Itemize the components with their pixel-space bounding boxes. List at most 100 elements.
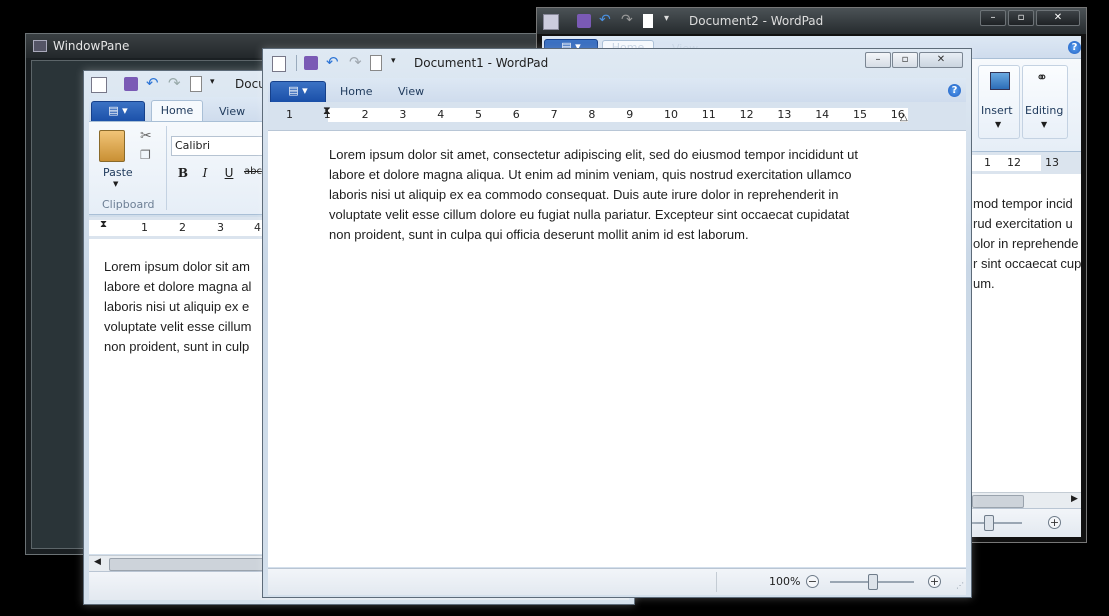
bold-button[interactable]: B (174, 164, 192, 182)
picture-icon (990, 72, 1010, 90)
doc1-tab-home[interactable]: Home (340, 85, 372, 98)
chevron-down-icon: ▼ (113, 180, 119, 188)
doc1-document-area[interactable]: Lorem ipsum dolor sit amet, consectetur … (268, 131, 966, 567)
doc2-text-line: um. (973, 276, 995, 291)
doc1-ruler-tick: 7 (550, 108, 558, 121)
doc2-insert-group[interactable]: Insert ▼ (978, 65, 1020, 139)
doc2-text-line: mod tempor incid (973, 196, 1073, 211)
windowpane-title: WindowPane (53, 39, 130, 53)
copy-icon[interactable]: ❐ (140, 148, 151, 162)
doc-back-ruler-tick: 2 (179, 221, 186, 234)
doc1-ruler-tick: 8 (588, 108, 596, 121)
doc1-redo-icon[interactable]: ↷ (349, 53, 362, 71)
doc2-editing-label: Editing (1025, 104, 1064, 117)
doc2-redo-icon[interactable]: ↷ (621, 12, 633, 28)
doc1-undo-icon[interactable]: ↶ (326, 53, 339, 71)
doc-back-app-menu-button[interactable]: ▤ ▾ (91, 101, 145, 123)
doc2-undo-icon[interactable]: ↶ (599, 12, 611, 28)
doc-back-save-icon[interactable] (124, 77, 138, 91)
doc1-qat-divider (296, 55, 297, 71)
doc1-ruler-tick: 13 (777, 108, 792, 121)
doc-back-text-line: labore et dolore magna al (104, 279, 252, 294)
doc2-qat-dropdown-icon[interactable]: ▾ (664, 13, 669, 24)
doc2-ruler-tick: 13 (1045, 156, 1059, 169)
doc2-text-line: r sint occaecat cup (973, 256, 1082, 271)
doc1-zoom-level: 100% (769, 575, 801, 588)
doc1-app-menu-button[interactable]: ▤ ▾ (270, 81, 326, 103)
doc1-new-doc-icon[interactable] (370, 55, 382, 71)
binoculars-icon: ⚭ (1036, 70, 1048, 86)
doc-back-tab-view[interactable]: View (219, 105, 245, 118)
doc1-ruler-tick: 2 (361, 108, 369, 121)
resize-grip-icon[interactable]: ⋰ (956, 581, 964, 590)
doc-back-font-name-field[interactable]: Calibri (171, 136, 266, 156)
doc1-ruler-tick: 1 (286, 108, 293, 121)
chevron-left-icon[interactable]: ◀ (94, 557, 101, 567)
doc1-help-icon[interactable]: ? (948, 84, 961, 97)
doc-back-app-icon (91, 77, 107, 93)
doc1-zoom-out-button[interactable]: − (806, 575, 819, 588)
doc2-help-icon[interactable]: ? (1068, 41, 1081, 54)
doc-back-ruler-tick: 1 (141, 221, 148, 234)
doc-back-group-divider (166, 126, 167, 210)
doc1-ruler-tick: 10 (664, 108, 678, 121)
doc2-maximize-button[interactable]: ▫ (1008, 10, 1034, 26)
doc2-titlebar[interactable]: ↶ ↷ ▾ Document2 - WordPad – ▫ ✕ (537, 8, 1086, 34)
doc1-ribbon-tabs: ▤ ▾ Home View ? (268, 78, 966, 103)
doc1-text-line: voluptate velit esse cillum dolore eu fu… (329, 207, 850, 222)
cut-icon[interactable]: ✂ (140, 128, 152, 144)
doc1-ruler-tick: 16 (890, 108, 905, 121)
indent-marker-icon[interactable]: ⧗ (100, 219, 107, 230)
doc1-ruler-tick: 1 (323, 108, 331, 121)
scrollbar-thumb[interactable] (972, 495, 1024, 508)
doc2-text-line: rud exercitation u (973, 216, 1073, 231)
doc2-zoom-thumb[interactable] (984, 515, 994, 531)
doc-back-redo-icon[interactable]: ↷ (168, 74, 181, 92)
doc1-ruler-tick: 5 (475, 108, 482, 121)
doc1-window: ↶ ↷ ▾ Document1 - WordPad – ▫ ✕ ▤ ▾ Home… (262, 48, 972, 598)
italic-button[interactable]: I (196, 164, 214, 182)
doc-back-qat-dropdown-icon[interactable]: ▾ (210, 77, 215, 87)
doc2-save-icon[interactable] (577, 14, 591, 28)
doc2-new-doc-icon[interactable] (643, 14, 653, 28)
doc-back-paste-label[interactable]: Paste (103, 166, 133, 179)
doc1-text-line: labore et dolore magna aliqua. Ut enim a… (329, 167, 852, 182)
doc1-ruler-tick: 14 (815, 108, 830, 121)
doc2-close-button[interactable]: ✕ (1036, 10, 1080, 26)
underline-button[interactable]: U (220, 164, 238, 182)
doc2-ruler-tick: 1 (984, 156, 991, 169)
doc1-zoom-thumb[interactable] (868, 574, 878, 590)
doc1-save-icon[interactable] (304, 56, 318, 70)
doc2-text-line: olor in reprehende (973, 236, 1079, 251)
doc1-minimize-button[interactable]: – (865, 52, 891, 68)
strikethrough-icon[interactable]: abc (244, 166, 262, 177)
doc2-minimize-button[interactable]: – (980, 10, 1006, 26)
doc1-ruler-tick: 4 (437, 108, 445, 121)
doc2-zoom-in-button[interactable]: + (1048, 516, 1061, 529)
doc1-qat-dropdown-icon[interactable]: ▾ (391, 56, 396, 66)
doc-back-new-doc-icon[interactable] (190, 76, 202, 92)
doc2-editing-group[interactable]: ⚭ Editing ▼ (1022, 65, 1068, 139)
chevron-down-icon: ▼ (1041, 120, 1048, 129)
doc-back-document-text: Lorem ipsum dolor sit am labore et dolor… (104, 257, 251, 357)
doc-back-undo-icon[interactable]: ↶ (146, 74, 159, 92)
windowpane-app-icon (33, 40, 47, 52)
doc2-insert-label: Insert (981, 104, 1013, 117)
doc1-text-line: non proident, sunt in culpa qui officia … (329, 227, 749, 242)
doc1-titlebar[interactable]: ↶ ↷ ▾ Document1 - WordPad – ▫ ✕ (263, 49, 971, 77)
doc2-document-text: mod tempor incid rud exercitation u olor… (973, 194, 1081, 294)
doc1-close-button[interactable]: ✕ (919, 52, 963, 68)
doc1-statusbar: 100% − + ⋰ (268, 568, 966, 595)
doc-back-ruler-tick: 4 (254, 221, 261, 234)
doc1-document-text[interactable]: Lorem ipsum dolor sit amet, consectetur … (329, 145, 858, 245)
doc1-ruler: ⧗ △ 1 1 2 3 4 5 6 7 8 9 10 11 12 13 14 15 16 (268, 102, 966, 131)
doc1-tab-view[interactable]: View (398, 85, 424, 98)
doc1-ruler-tick: 9 (626, 108, 634, 121)
doc-back-tab-home[interactable]: Home (151, 100, 203, 122)
chevron-right-icon[interactable]: ▶ (1071, 494, 1078, 504)
doc-back-text-line: voluptate velit esse cillum (104, 319, 252, 334)
doc1-app-icon (272, 56, 286, 72)
doc1-zoom-in-button[interactable]: + (928, 575, 941, 588)
doc1-maximize-button[interactable]: ▫ (892, 52, 918, 68)
doc1-text-line: Lorem ipsum dolor sit amet, consectetur … (329, 147, 858, 162)
